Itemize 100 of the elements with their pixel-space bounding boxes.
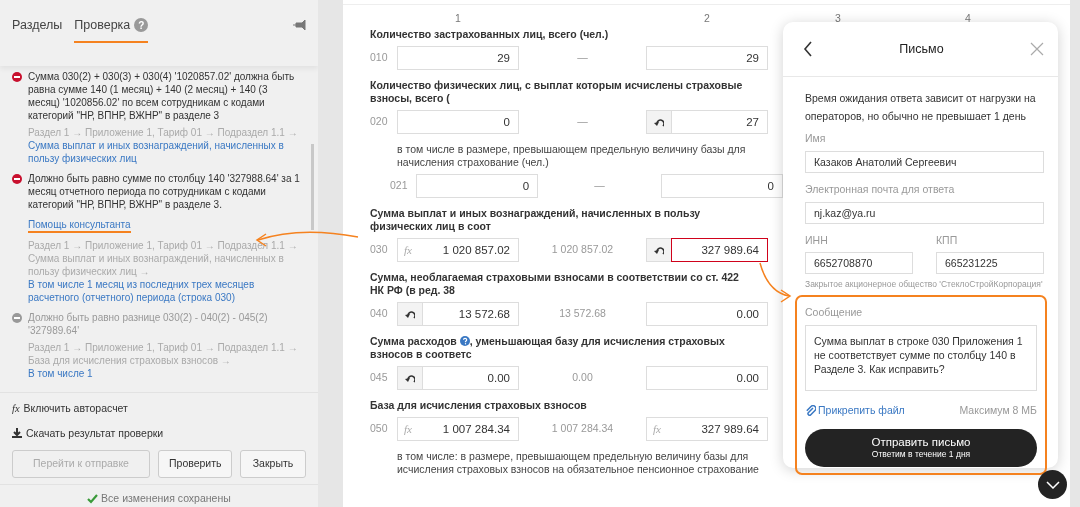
scrollbar-thumb[interactable] <box>311 144 314 230</box>
minus-circle-icon <box>12 313 22 323</box>
pin-icon[interactable] <box>293 18 306 32</box>
reference-value: 0.00 <box>571 370 594 386</box>
error-message: Сумма 030(2) + 030(3) + 030(4) '1020857.02' должна быть равна сумме 140 (1 месяц) + 140 (2 месяц) + 140 (3 месяц) '1020856.02' по всем сотрудникам с кодами категорий "НР, ВПНР, ВЖНР" в разделе 3 <box>28 70 296 122</box>
reference-value: — <box>593 178 606 194</box>
line-code: 010 <box>370 50 389 66</box>
attach-file-link[interactable]: Прикрепить файл <box>805 402 905 419</box>
reference-value: 13 572.68 <box>558 306 607 322</box>
field-label: Имя <box>805 131 827 146</box>
back-icon <box>803 41 813 57</box>
error-message: Должно быть равно сумме по столбцу 140 '327988.64' за 1 месяц отчетного периода по сотрудникам с кодами категорий "НР, ВПНР, ВЖНР" в разделе 3. <box>28 172 301 211</box>
breadcrumb-link[interactable]: Сумма выплат и иных вознаграждений, начисленных в пользу физических лиц <box>28 139 302 165</box>
number-field[interactable]: 327 989.64 <box>671 238 768 262</box>
column-number: 1 <box>454 11 462 26</box>
sidebar-tab[interactable]: Проверка ? <box>74 16 149 43</box>
number-field[interactable]: 29 <box>397 46 519 70</box>
number-field[interactable]: 1 007 284.34 <box>416 417 519 441</box>
line-code: 030 <box>370 242 389 258</box>
undo-icon <box>405 309 415 319</box>
column-number: 2 <box>703 11 711 26</box>
reference-value: — <box>576 114 589 130</box>
download-icon <box>12 428 22 439</box>
field-heading: Сумма, необлагаемая страховыми взносами в соответствии со ст. 422 НК РФ (в ред. 38 <box>370 271 740 297</box>
line-code: 050 <box>370 421 389 437</box>
company-name: Закрытое акционерное общество 'СтеклоСтройКорпорация' <box>805 278 1044 291</box>
undo-icon <box>654 117 664 127</box>
paperclip-icon <box>805 405 816 417</box>
column-number: 3 <box>834 11 842 26</box>
reference-value: — <box>576 50 589 66</box>
annotation-arrow <box>759 262 792 303</box>
undo-button[interactable] <box>646 238 672 262</box>
input-field[interactable]: nj.kaz@ya.ru <box>805 201 1044 224</box>
close-icon <box>1030 42 1044 56</box>
help-link[interactable]: Помощь консультанта <box>28 218 131 233</box>
line-code: 040 <box>370 306 389 322</box>
breadcrumb-link[interactable]: В том числе 1 <box>28 367 302 380</box>
minus-circle-icon <box>12 174 22 184</box>
line-code: 045 <box>370 370 389 386</box>
number-field[interactable]: 0 <box>661 174 783 198</box>
undo-button[interactable] <box>397 366 423 390</box>
action-button[interactable]: Проверить <box>158 450 232 479</box>
field-subheading: в том числе в размере, превышающем предельную величину базы для начисления страхование (чел.) <box>397 143 747 169</box>
help-icon[interactable] <box>459 336 470 346</box>
undo-icon <box>654 245 664 255</box>
field-heading: База для исчисления страховых взносов <box>370 399 588 412</box>
field-label: Сообщение <box>805 305 864 320</box>
breadcrumb-path: Раздел 1 → Приложение 1, Тариф 01 → Подраздел 1.1 → База для исчисления страховых взносов → <box>28 341 299 367</box>
number-field[interactable]: 27 <box>671 110 768 134</box>
input-field[interactable]: Казаков Анатолий Сергеевич <box>805 150 1044 173</box>
number-field[interactable]: 0.00 <box>646 302 768 326</box>
save-status: Все изменения сохранены <box>87 492 231 505</box>
number-field[interactable]: 1 020 857.02 <box>416 238 519 262</box>
number-field[interactable]: 0 <box>416 174 539 198</box>
panel-title: Письмо <box>899 41 944 57</box>
number-field[interactable]: 0.00 <box>646 366 768 390</box>
action-button[interactable]: Закрыть <box>240 450 306 479</box>
field-label: КПП <box>936 232 959 248</box>
input-field[interactable]: 665231225 <box>936 252 1044 275</box>
number-field[interactable]: 13 572.68 <box>422 302 519 326</box>
breadcrumb-path: Раздел 1 → Приложение 1, Тариф 01 → Подраздел 1.1 → <box>28 126 299 139</box>
check-icon <box>87 494 99 505</box>
formula-label: fx <box>397 417 418 441</box>
back-button[interactable] <box>803 41 813 57</box>
undo-button[interactable] <box>646 110 672 134</box>
field-heading: Количество физических лиц, с выплат которым исчислены страховые взносы, всего ( <box>370 79 744 105</box>
tab-label: Проверка <box>74 17 131 34</box>
sidebar-tab[interactable]: Разделы <box>12 16 63 43</box>
chevron-down-icon <box>1045 480 1060 489</box>
message-field[interactable]: Сумма выплат в строке 030 Приложения 1 не соответствует сумме по столбцу 140 в Разделе 3. Как исправить? <box>805 324 1037 391</box>
undo-icon <box>405 373 415 383</box>
reference-value: 1 020 857.02 <box>550 242 615 258</box>
formula-label: fx <box>646 417 667 441</box>
number-field[interactable]: 0 <box>397 110 519 134</box>
field-label: ИНН <box>805 232 829 248</box>
reference-value: 1 007 284.34 <box>550 421 615 437</box>
send-button[interactable]: Отправить письмо Ответим в течение 1 дня <box>805 428 1037 467</box>
undo-button[interactable] <box>397 302 423 326</box>
input-field[interactable]: 6652708870 <box>805 252 913 275</box>
field-heading: Сумма выплат и иных вознаграждений, начисленных в пользу физических лиц в соот <box>370 207 702 233</box>
field-heading: Количество застрахованных лиц, всего (чел.) <box>370 28 610 41</box>
number-field[interactable]: 327 989.64 <box>665 417 768 441</box>
autocalc-button[interactable]: fx Включить авторасчет <box>12 400 128 417</box>
breadcrumb-path: Раздел 1 → Приложение 1, Тариф 01 → Подраздел 1.1 → Сумма выплат и иных вознаграждений, начисленных в пользу физических лиц → <box>28 239 299 278</box>
formula-label: fx <box>397 238 418 262</box>
error-message: Должно быть равно разнице 030(2) - 040(2) - 045(2) '327989.64' <box>28 311 269 337</box>
tab-label: Разделы <box>12 17 63 34</box>
number-field[interactable]: 29 <box>646 46 768 70</box>
help-badge: ? <box>134 18 149 33</box>
number-field[interactable]: 0.00 <box>422 366 519 390</box>
field-label: Электронная почта для ответа <box>805 181 956 197</box>
column-number: 4 <box>964 11 972 26</box>
field-subheading: в том числе: в размере, превышающем предельную величину базы для исчисления страховых взносов на обязательное пенсионное страхование <box>397 450 760 476</box>
minus-circle-icon <box>12 72 22 82</box>
line-code: 021 <box>390 178 409 194</box>
info-text: Время ожидания ответа зависит от нагрузки на операторов, но обычно не превышает 1 день <box>805 91 1037 124</box>
size-limit: Максимум 8 МБ <box>959 402 1037 418</box>
download-button[interactable]: Скачать результат проверки <box>12 425 164 442</box>
line-code: 020 <box>370 114 389 130</box>
breadcrumb-link[interactable]: В том числе 1 месяц из последних трех месяцев расчетного (отчетного) периода (строка 030) <box>28 278 302 304</box>
